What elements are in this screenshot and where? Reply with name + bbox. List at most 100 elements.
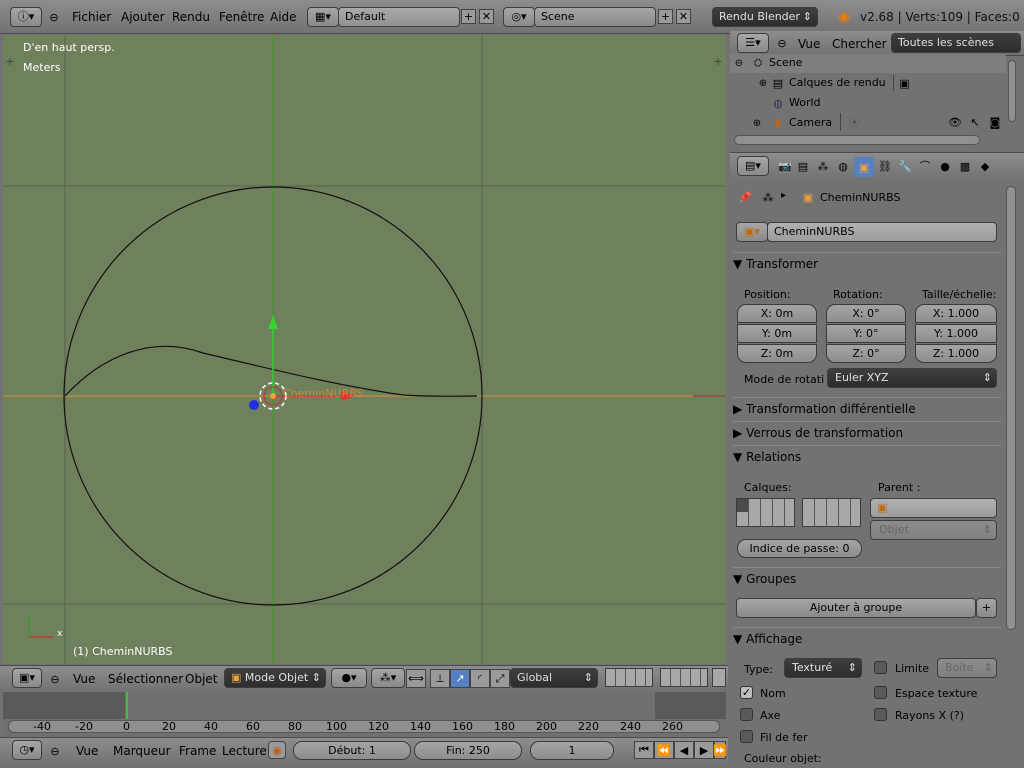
play-icon[interactable]: ▶ xyxy=(694,741,714,759)
panel-display-header[interactable]: ▼ Affichage xyxy=(733,627,1001,649)
parent-field[interactable]: ▣ xyxy=(870,498,997,518)
menu-vue-timeline[interactable]: Vue xyxy=(76,744,98,758)
physics-tab-icon[interactable]: ◆ xyxy=(976,157,994,175)
menu-fenetre[interactable]: Fenêtre xyxy=(219,0,264,34)
collapse-menu-icon[interactable]: ⊖ xyxy=(775,36,789,50)
panel-delta-header[interactable]: ▶ Transformation différentielle xyxy=(733,397,1001,419)
add-to-group-button[interactable]: Ajouter à groupe xyxy=(736,598,976,618)
panel-relations-header[interactable]: ▼ Relations xyxy=(733,445,1001,467)
mode-select[interactable]: ▣ Mode Objet ⇕ xyxy=(224,668,326,688)
prev-keyframe-icon[interactable]: ⏪ xyxy=(654,741,674,759)
add-group-plus-button[interactable]: + xyxy=(976,598,997,618)
remove-layout-icon[interactable]: ✕ xyxy=(479,9,494,24)
scale-z-field[interactable]: Z: 1.000 xyxy=(915,344,997,363)
menu-fichier[interactable]: Fichier xyxy=(72,0,111,34)
play-reverse-icon[interactable]: ◀ xyxy=(674,741,694,759)
expand-toggle-icon[interactable]: ⊕ xyxy=(758,77,768,89)
scene-select[interactable]: Scene xyxy=(534,7,656,27)
menu-aide[interactable]: Aide xyxy=(270,0,297,34)
name-checkbox[interactable]: ✓ xyxy=(740,686,753,699)
layer-buttons-group-2[interactable] xyxy=(660,668,708,687)
manipulator-icon[interactable]: ⊥ xyxy=(430,669,450,688)
menu-vue[interactable]: Vue xyxy=(73,672,95,686)
current-frame-marker[interactable] xyxy=(126,692,128,719)
limit-checkbox[interactable] xyxy=(874,661,887,674)
object-datablock-icon-button[interactable]: ▣▾ xyxy=(736,222,768,242)
layer-buttons-group-3[interactable] xyxy=(712,668,726,687)
current-frame-field[interactable]: 1 xyxy=(530,741,614,760)
editor-type-info-button[interactable]: ⓘ▾ xyxy=(10,7,42,27)
properties-vscrollbar[interactable] xyxy=(1006,186,1016,630)
menu-rendu[interactable]: Rendu xyxy=(172,0,210,34)
layer-buttons-group-1[interactable] xyxy=(605,668,653,687)
modifiers-tab-icon[interactable]: 🔧 xyxy=(896,157,914,175)
rotation-y-field[interactable]: Y: 0° xyxy=(826,324,906,343)
texture-tab-icon[interactable]: ▩ xyxy=(956,157,974,175)
rotate-icon[interactable]: ◜ xyxy=(470,669,490,688)
menu-vue-outliner[interactable]: Vue xyxy=(798,37,820,51)
next-keyframe-icon[interactable]: ⏩ xyxy=(713,741,727,759)
add-scene-icon[interactable]: + xyxy=(658,9,673,24)
pin-icon[interactable]: 📌 xyxy=(737,189,753,205)
jump-start-icon[interactable]: ⏮ xyxy=(634,741,654,759)
scene-icon-button[interactable]: ◎▾ xyxy=(503,7,535,27)
scene-tab-icon[interactable]: ⁂ xyxy=(814,157,832,175)
menu-frame[interactable]: Frame xyxy=(179,744,216,758)
location-z-field[interactable]: Z: 0m xyxy=(737,344,817,363)
expand-properties-icon[interactable]: + xyxy=(713,55,723,68)
manipulator-toggle-icon[interactable]: ⟺ xyxy=(406,669,426,688)
constraints-tab-icon[interactable]: ⛓ xyxy=(876,157,894,175)
scale-icon[interactable]: ⤢ xyxy=(490,669,510,688)
xray-checkbox[interactable] xyxy=(874,708,887,721)
object-tab-icon[interactable]: ▣ xyxy=(854,157,874,177)
render-engine-select[interactable]: Rendu Blender ⇕ xyxy=(712,7,818,27)
layers-grid-right[interactable] xyxy=(802,498,861,527)
render-layers-tab-icon[interactable]: ▤ xyxy=(794,157,812,175)
editor-type-outliner-button[interactable]: ☰▾ xyxy=(737,33,769,53)
editor-type-timeline-button[interactable]: ◷▾ xyxy=(12,740,42,760)
parent-type-select[interactable]: Objet ⇕ xyxy=(870,520,997,540)
rotation-x-field[interactable]: X: 0° xyxy=(826,304,906,323)
data-tab-icon[interactable]: ⌒ xyxy=(916,157,934,175)
collapse-menu-icon[interactable]: ⊖ xyxy=(47,10,61,24)
remove-scene-icon[interactable]: ✕ xyxy=(676,9,691,24)
menu-marqueur[interactable]: Marqueur xyxy=(113,744,171,758)
collapse-toggle-icon[interactable]: ⊖ xyxy=(733,57,745,69)
outliner-filter-select[interactable]: Toutes les scènes xyxy=(891,33,1021,53)
outliner-hscrollbar[interactable] xyxy=(734,135,980,145)
menu-selectionner[interactable]: Sélectionner xyxy=(108,672,183,686)
record-icon[interactable]: ◉ xyxy=(268,741,286,759)
timeline-scrollbar[interactable] xyxy=(8,720,720,733)
layout-select[interactable]: Default xyxy=(338,7,460,27)
layer-active-cell[interactable] xyxy=(737,499,748,512)
menu-chercher[interactable]: Chercher xyxy=(832,37,887,51)
rotation-z-field[interactable]: Z: 0° xyxy=(826,344,906,363)
collapse-menu-icon[interactable]: ⊖ xyxy=(48,672,62,686)
shading-select[interactable]: ●▾ xyxy=(331,668,367,688)
outliner-vscrollbar[interactable] xyxy=(1008,60,1016,122)
panel-locks-header[interactable]: ▶ Verrous de transformation xyxy=(733,421,1001,443)
expand-toolshelf-icon[interactable]: + xyxy=(5,55,15,68)
menu-lecture[interactable]: Lecture xyxy=(222,744,267,758)
panel-transformer-header[interactable]: ▼ Transformer xyxy=(733,252,1001,274)
location-y-field[interactable]: Y: 0m xyxy=(737,324,817,343)
panel-groups-header[interactable]: ▼ Groupes xyxy=(733,567,1001,589)
pass-index-field[interactable]: Indice de passe: 0 xyxy=(737,539,862,558)
layout-icon-button[interactable]: ▦▾ xyxy=(307,7,339,27)
visibility-eye-icon[interactable]: 👁 xyxy=(948,115,962,129)
scale-y-field[interactable]: Y: 1.000 xyxy=(915,324,997,343)
add-layout-icon[interactable]: + xyxy=(461,9,476,24)
menu-ajouter[interactable]: Ajouter xyxy=(121,0,165,34)
menu-objet[interactable]: Objet xyxy=(185,672,217,686)
collapse-menu-icon[interactable]: ⊖ xyxy=(48,744,62,758)
orientation-select[interactable]: Global ⇕ xyxy=(510,668,598,688)
start-frame-field[interactable]: Début: 1 xyxy=(293,741,411,760)
render-tab-icon[interactable]: 📷 xyxy=(776,157,794,175)
bounds-type-select[interactable]: Boîte ⇕ xyxy=(937,658,997,678)
translate-icon[interactable]: ↗ xyxy=(450,669,470,688)
pivot-select[interactable]: ⁂▾ xyxy=(371,668,405,688)
renderable-camera-icon[interactable]: ◙ xyxy=(988,115,1002,129)
scale-x-field[interactable]: X: 1.000 xyxy=(915,304,997,323)
location-x-field[interactable]: X: 0m xyxy=(737,304,817,323)
end-frame-field[interactable]: Fin: 250 xyxy=(414,741,522,760)
